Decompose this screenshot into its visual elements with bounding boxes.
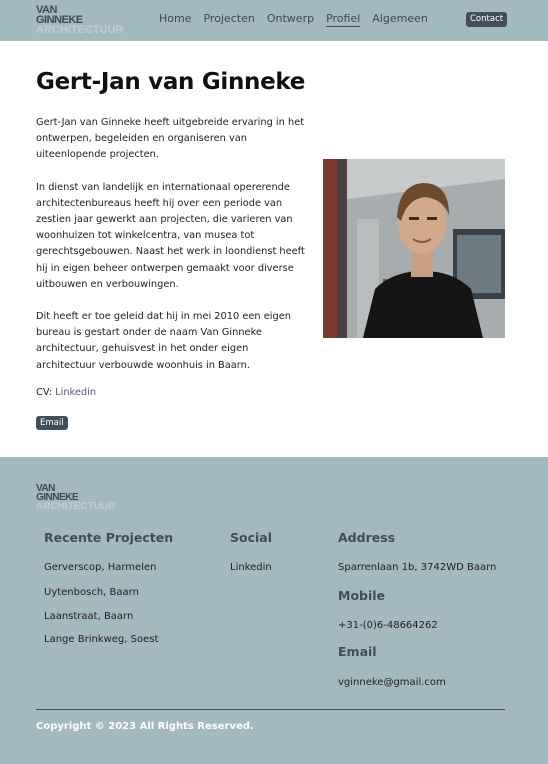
footer-project-link[interactable]: Laanstraat, Baarn [44, 611, 133, 622]
footer-projects-heading: Recente Projecten [44, 530, 174, 545]
bio-paragraph: Dit heeft er toe geleid dat hij in mei 2… [36, 311, 291, 371]
footer-project-link[interactable]: Lange Brinkweg, Soest [44, 634, 158, 645]
bio-paragraph: In dienst van landelijk en internationaa… [36, 181, 305, 290]
main-nav: Home Projecten Ontwerp Profiel Algemeen [159, 12, 440, 27]
email-button[interactable]: Email [36, 416, 68, 430]
footer-linkedin-link[interactable]: Linkedin [230, 562, 272, 573]
footer-project-link[interactable]: Uytenbosch, Baarn [44, 587, 139, 598]
footer-mobile-heading: Mobile [338, 588, 386, 603]
bio-paragraph: Gert-Jan van Ginneke heeft uitgebreide e… [36, 117, 305, 161]
footer-email-value[interactable]: vginneke@gmail.com [338, 677, 446, 688]
cv-line: CV: Linkedin [36, 387, 96, 398]
footer-email-heading: Email [338, 644, 377, 659]
footer-divider [36, 709, 505, 710]
cv-label: CV: [36, 387, 53, 398]
bio-text: Gert-Jan van Ginneke heeft uitgebreide e… [36, 115, 310, 390]
footer-address-heading: Address [338, 530, 396, 545]
cv-linkedin-link[interactable]: Linkedin [55, 387, 96, 398]
footer-social-heading: Social [230, 530, 273, 545]
profile-photo [323, 159, 505, 338]
logo-line-architectuur: ARCHITECTUUR [36, 24, 124, 36]
nav-item-home[interactable]: Home [159, 12, 191, 27]
nav-item-profiel[interactable]: Profiel [326, 12, 361, 27]
footer-mobile-value: +31-(0)6-48664262 [338, 620, 438, 631]
site-header: VAN GINNEKE ARCHITECTUUR Home Projecten … [0, 0, 548, 41]
copyright-text: Copyright © 2023 All Rights Reserved. [36, 721, 254, 732]
footer-logo-line-architectuur: ARCHITECTUUR [36, 501, 116, 512]
contact-button[interactable]: Contact [466, 12, 508, 27]
nav-item-algemeen[interactable]: Algemeen [372, 12, 428, 27]
footer-project-link[interactable]: Gerverscop, Harmelen [44, 562, 156, 573]
page-title: Gert-Jan van Ginneke [36, 69, 306, 95]
site-logo[interactable]: VAN GINNEKE ARCHITECTUUR [36, 5, 124, 36]
nav-item-projecten[interactable]: Projecten [203, 12, 254, 27]
footer-logo[interactable]: VAN GINNEKE ARCHITECTUUR [36, 484, 116, 512]
footer-address-value: Sparrenlaan 1b, 3742WD Baarn [338, 562, 497, 573]
nav-item-ontwerp[interactable]: Ontwerp [267, 12, 314, 27]
